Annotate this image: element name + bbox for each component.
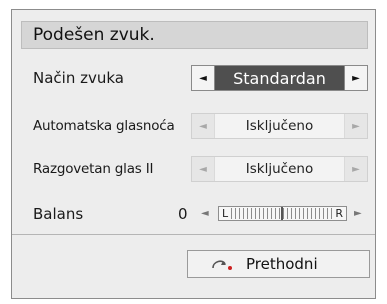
setting-row-balance: Balans 0 ◄ L R ► xyxy=(21,201,368,227)
sound-mode-right-arrow-icon[interactable]: ► xyxy=(345,66,367,90)
setting-row-sound-mode: Način zvuka ◄ Standardan ► xyxy=(21,65,368,91)
clear-voice-label: Razgovetan glas II xyxy=(33,161,154,177)
balance-right-arrow-icon[interactable]: ► xyxy=(354,201,362,227)
auto-volume-right-arrow-icon[interactable]: ► xyxy=(345,114,367,138)
auto-volume-value: Isključeno xyxy=(214,114,345,138)
sound-settings-dialog: Podešen zvuk. Način zvuka ◄ Standardan ►… xyxy=(11,9,376,299)
clear-voice-value: Isključeno xyxy=(214,157,345,181)
previous-button-label: Prethodni xyxy=(246,255,318,273)
auto-volume-selector[interactable]: ◄ Isključeno ► xyxy=(191,113,368,139)
balance-left-letter: L xyxy=(222,207,229,220)
dialog-title-bar: Podešen zvuk. xyxy=(21,21,368,49)
auto-volume-label: Automatska glasnoća xyxy=(33,118,175,134)
balance-left-arrow-icon[interactable]: ◄ xyxy=(201,201,209,227)
balance-right-letter: R xyxy=(335,207,344,220)
clear-voice-right-arrow-icon[interactable]: ► xyxy=(345,157,367,181)
dialog-title: Podešen zvuk. xyxy=(33,25,155,45)
back-return-icon xyxy=(212,260,232,270)
setting-row-auto-volume: Automatska glasnoća ◄ Isključeno ► xyxy=(21,113,368,139)
balance-ticks-right xyxy=(282,208,333,219)
previous-button[interactable]: Prethodni xyxy=(187,250,370,278)
balance-label: Balans xyxy=(33,205,84,223)
balance-slider[interactable]: L R xyxy=(218,206,347,221)
clear-voice-left-arrow-icon[interactable]: ◄ xyxy=(192,157,214,181)
footer-divider xyxy=(12,234,375,235)
setting-row-clear-voice: Razgovetan glas II ◄ Isključeno ► xyxy=(21,156,368,182)
balance-ticks-left xyxy=(231,208,281,219)
sound-mode-left-arrow-icon[interactable]: ◄ xyxy=(192,66,214,90)
clear-voice-selector[interactable]: ◄ Isključeno ► xyxy=(191,156,368,182)
auto-volume-left-arrow-icon[interactable]: ◄ xyxy=(192,114,214,138)
sound-mode-selector[interactable]: ◄ Standardan ► xyxy=(191,65,368,91)
sound-mode-value: Standardan xyxy=(214,66,345,90)
balance-value: 0 xyxy=(178,205,188,223)
sound-mode-label: Način zvuka xyxy=(33,69,124,87)
